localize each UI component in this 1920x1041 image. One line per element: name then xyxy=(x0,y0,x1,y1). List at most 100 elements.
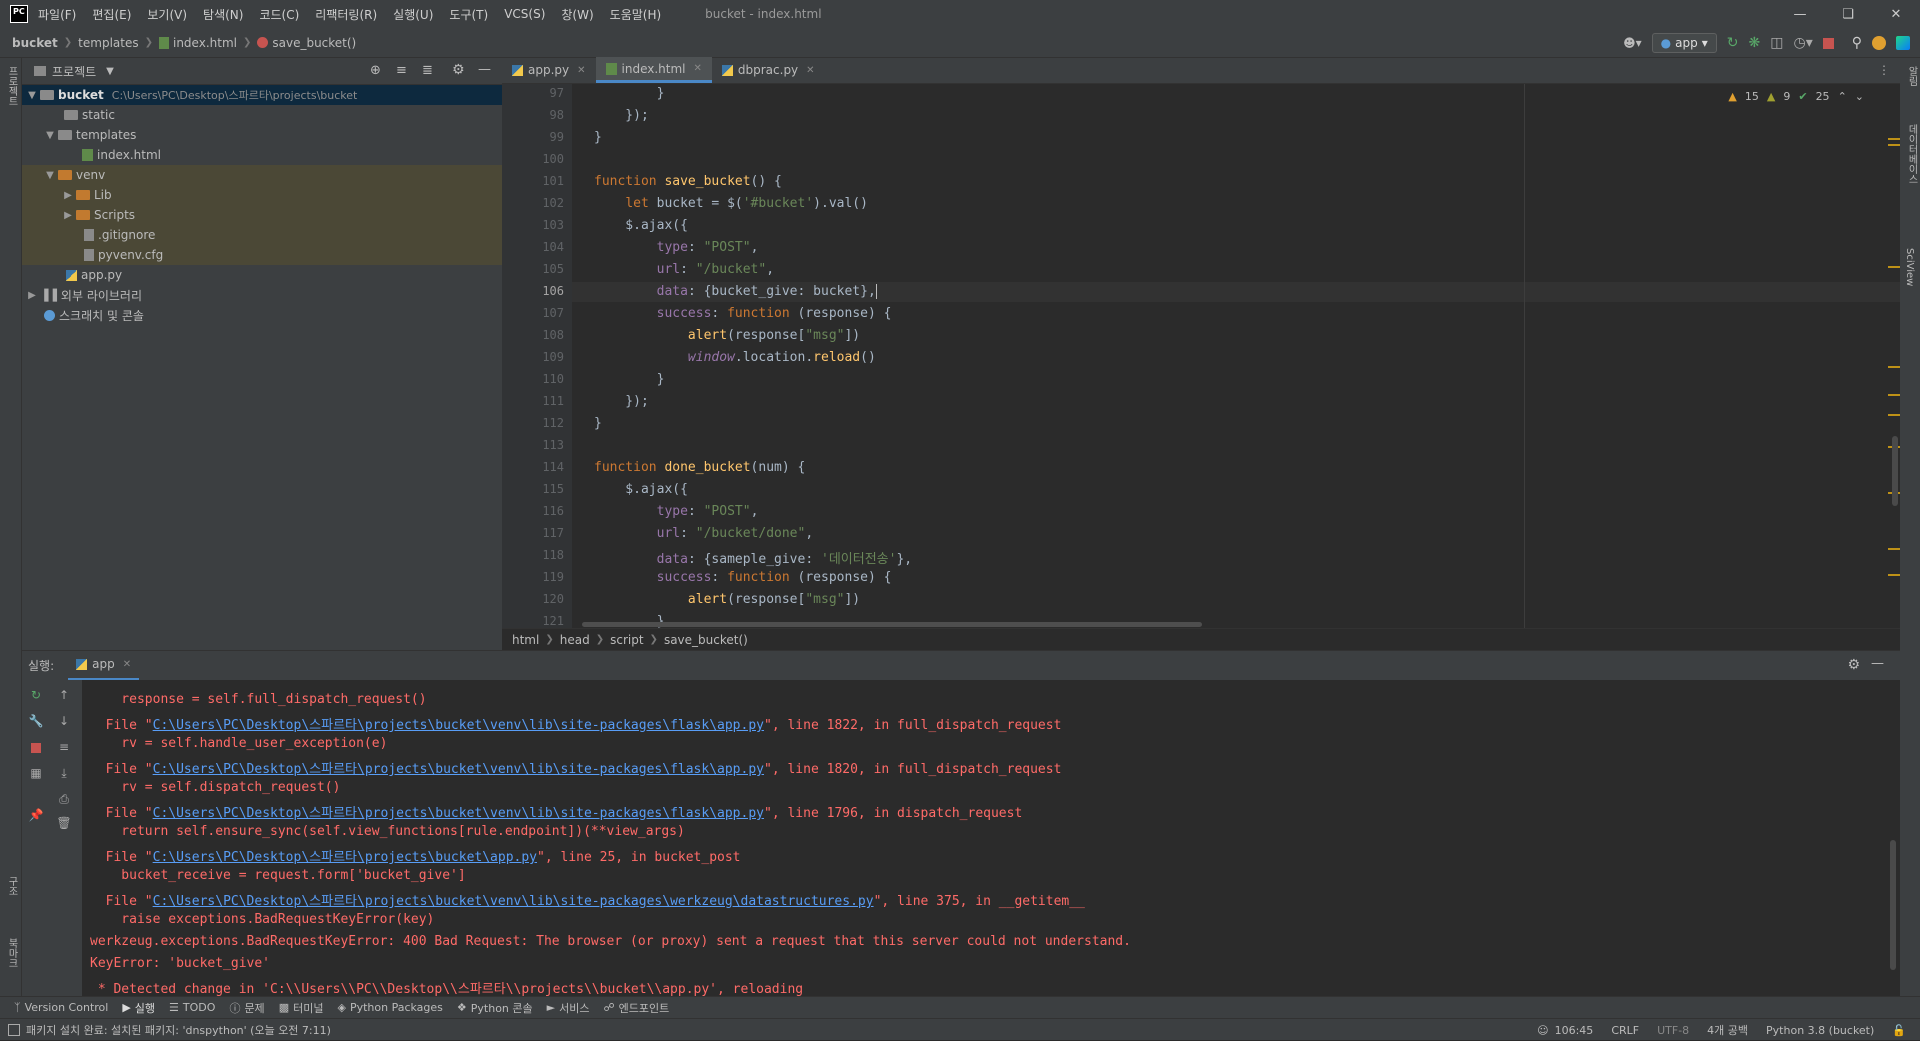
tree-item-lib[interactable]: ▶ Lib xyxy=(22,185,502,205)
tree-item-gitignore[interactable]: .gitignore xyxy=(22,225,502,245)
error-stripe-mark[interactable] xyxy=(1888,574,1900,576)
rerun-icon[interactable]: ↻ xyxy=(1727,35,1739,51)
breadcrumb-head[interactable]: head xyxy=(560,633,590,647)
tree-item-app-py[interactable]: app.py xyxy=(22,265,502,285)
menu-run[interactable]: 실행(U) xyxy=(393,6,433,23)
rerun-icon[interactable]: ↻ xyxy=(28,688,44,704)
run-tab-app[interactable]: app ✕ xyxy=(68,651,140,681)
menu-help[interactable]: 도움말(H) xyxy=(610,6,662,23)
tool-tab-run[interactable]: ▶ 실행 xyxy=(122,1000,155,1016)
close-tab-icon[interactable]: ✕ xyxy=(806,65,814,76)
chevron-down-icon[interactable]: ▼ xyxy=(26,90,38,101)
arrow-down-icon[interactable]: ↓ xyxy=(56,714,72,730)
breadcrumb-function[interactable]: save_bucket() xyxy=(257,36,356,50)
tree-item-pyvenv[interactable]: pyvenv.cfg xyxy=(22,245,502,265)
close-icon[interactable]: ✕ xyxy=(1872,0,1920,28)
tool-tab-endpoints[interactable]: ☍ 엔드포인트 xyxy=(603,1000,669,1016)
menu-edit[interactable]: 편집(E) xyxy=(92,6,131,23)
jetbrains-icon[interactable] xyxy=(1896,36,1910,50)
tree-item-external-libraries[interactable]: ▶ ▐▐ 외부 라이브러리 xyxy=(22,285,502,305)
bookmarks-tool-tab[interactable]: 북마크 xyxy=(4,938,19,968)
project-tool-tab[interactable]: 프로젝트 xyxy=(4,66,19,106)
tree-item-static[interactable]: static xyxy=(22,105,502,125)
tool-tab-todo[interactable]: ☰ TODO xyxy=(169,1001,215,1014)
pin-icon[interactable]: 📌 xyxy=(28,808,44,824)
menu-window[interactable]: 창(W) xyxy=(561,6,593,23)
menu-refactor[interactable]: 리팩터링(R) xyxy=(315,6,377,23)
tab-app-py[interactable]: app.py ✕ xyxy=(502,57,596,83)
restore-icon[interactable]: ❏ xyxy=(1824,0,1872,28)
database-tool-tab[interactable]: 데이터베이스 xyxy=(1904,124,1919,184)
sciview-tool-tab[interactable]: SciView xyxy=(1904,248,1915,286)
chevron-right-icon[interactable]: ▶ xyxy=(26,290,38,301)
inspection-widget[interactable]: ▲ 15 ▲ 9 ✔ 25 ⌃ ⌄ xyxy=(1728,90,1864,103)
error-stripe-mark[interactable] xyxy=(1888,266,1900,268)
stop-icon[interactable] xyxy=(28,740,44,756)
run-console[interactable]: response = self.full_dispatch_request() … xyxy=(82,680,1900,996)
structure-tool-tab[interactable]: 구조 xyxy=(4,876,19,896)
more-tabs-icon[interactable]: ⋮ xyxy=(1878,63,1890,77)
tree-item-venv[interactable]: ▼ venv xyxy=(22,165,502,185)
console-file-link[interactable]: C:\Users\PC\Desktop\스파르타\projects\bucket… xyxy=(153,850,537,865)
chevron-down-icon[interactable]: ▼ xyxy=(44,170,56,181)
tree-item-bucket[interactable]: ▼ bucket C:\Users\PC\Desktop\스파르타\projec… xyxy=(22,85,502,105)
line-separator[interactable]: CRLF xyxy=(1611,1024,1639,1037)
breadcrumb-script[interactable]: script xyxy=(610,633,643,647)
arrow-up-icon[interactable]: ↑ xyxy=(56,688,72,704)
collapse-all-icon[interactable]: ≣ xyxy=(422,63,433,78)
menu-navigate[interactable]: 탐색(N) xyxy=(203,6,243,23)
status-square-icon[interactable] xyxy=(8,1023,20,1036)
tool-tab-problems[interactable]: ⓘ 문제 xyxy=(229,1000,264,1016)
tool-tab-services[interactable]: ► 서비스 xyxy=(547,1000,590,1016)
tool-tab-python-packages[interactable]: ◈ Python Packages xyxy=(337,1001,442,1014)
tree-item-index-html[interactable]: index.html xyxy=(22,145,502,165)
console-file-link[interactable]: C:\Users\PC\Desktop\스파르타\projects\bucket… xyxy=(153,806,764,821)
chevron-up-icon[interactable]: ⌃ xyxy=(1838,90,1847,103)
gear-icon[interactable]: ⚙ xyxy=(452,62,465,78)
layout-icon[interactable]: ▦ xyxy=(28,766,44,782)
status-message[interactable]: 패키지 설치 완료: 설치된 패키지: 'dnspython' (오늘 오전 7… xyxy=(26,1022,331,1038)
scroll-to-end-icon[interactable]: ⤓ xyxy=(56,766,72,782)
menu-vcs[interactable]: VCS(S) xyxy=(504,7,545,21)
soft-wrap-icon[interactable]: ≡ xyxy=(56,740,72,756)
console-scrollbar-thumb[interactable] xyxy=(1890,840,1896,970)
breadcrumb-index-html[interactable]: index.html xyxy=(158,36,237,50)
horizontal-scrollbar-thumb[interactable] xyxy=(582,622,1202,627)
lock-icon[interactable]: 🔓 xyxy=(1892,1024,1906,1037)
console-file-link[interactable]: C:\Users\PC\Desktop\스파르타\projects\bucket… xyxy=(153,762,764,777)
indent-setting[interactable]: 4개 공백 xyxy=(1707,1022,1748,1038)
tree-item-scripts[interactable]: ▶ Scripts xyxy=(22,205,502,225)
update-icon[interactable] xyxy=(1872,36,1886,50)
error-stripe-mark[interactable] xyxy=(1888,548,1900,550)
error-stripe-mark[interactable] xyxy=(1888,366,1900,368)
chevron-down-icon[interactable]: ▼ xyxy=(44,130,56,141)
breadcrumb-templates[interactable]: templates xyxy=(78,36,138,50)
console-file-link[interactable]: C:\Users\PC\Desktop\스파르타\projects\bucket… xyxy=(153,894,874,909)
menu-file[interactable]: 파일(F) xyxy=(38,6,76,23)
breadcrumb-bucket[interactable]: bucket xyxy=(12,36,58,50)
project-panel-title[interactable]: 프로젝트 xyxy=(52,63,96,80)
locate-icon[interactable]: ⊕ xyxy=(370,63,381,78)
breadcrumb-html[interactable]: html xyxy=(512,633,539,647)
tool-tab-version-control[interactable]: ᛉ Version Control xyxy=(14,1001,108,1014)
user-icon[interactable]: ☻▾ xyxy=(1623,36,1642,50)
chevron-down-icon[interactable]: ▼ xyxy=(106,66,114,77)
breadcrumb-save-bucket[interactable]: save_bucket() xyxy=(664,633,748,647)
hide-icon[interactable]: — xyxy=(478,62,491,77)
tab-dbprac-py[interactable]: dbprac.py ✕ xyxy=(712,57,825,83)
search-icon[interactable]: ⚲ xyxy=(1852,35,1862,51)
close-tab-icon[interactable]: ✕ xyxy=(694,63,702,74)
trash-icon[interactable]: 🗑 xyxy=(56,816,72,832)
code-editor[interactable]: 97 98 99 100 101 102 103 104 105 106 107… xyxy=(502,84,1900,629)
tree-item-scratches[interactable]: 스크래치 및 콘솔 xyxy=(22,305,502,325)
tool-tab-terminal[interactable]: ▩ 터미널 xyxy=(279,1000,324,1016)
minimize-icon[interactable]: — xyxy=(1776,0,1824,28)
debug-icon[interactable]: ❋ xyxy=(1749,35,1761,51)
tab-index-html[interactable]: index.html ✕ xyxy=(595,57,712,83)
wrench-icon[interactable]: 🔧 xyxy=(28,714,44,730)
gear-icon[interactable]: ⚙ xyxy=(1847,657,1860,673)
hide-icon[interactable]: — xyxy=(1871,656,1884,671)
menu-view[interactable]: 보기(V) xyxy=(147,6,187,23)
vertical-scrollbar-thumb[interactable] xyxy=(1892,436,1898,506)
expand-all-icon[interactable]: ≡ xyxy=(396,63,407,78)
